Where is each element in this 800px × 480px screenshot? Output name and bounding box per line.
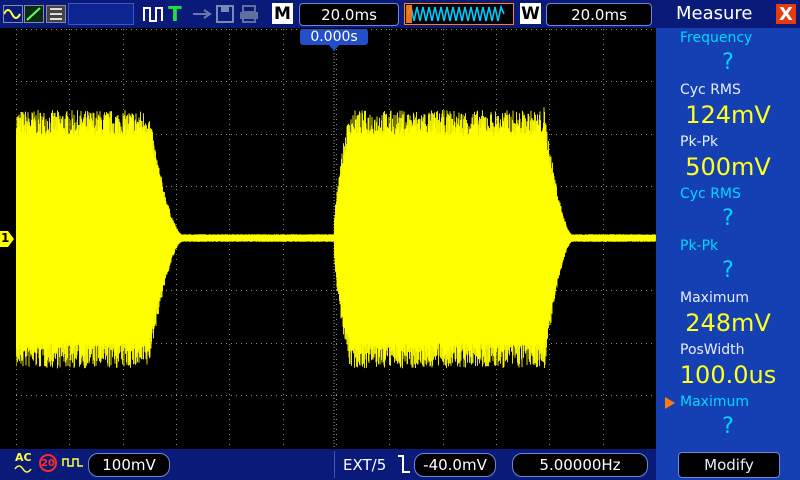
measure-value-8: ? (722, 414, 734, 439)
bottom-status-bar: AC 20 100mV EXT/5 -40.0mV 5.00000Hz (0, 449, 656, 480)
window-timebase-value[interactable]: 20.0ms (546, 3, 652, 26)
measure-panel-header: Measure X (656, 0, 800, 28)
trigger-source[interactable]: EXT/5 (343, 456, 386, 474)
blank-status-box (68, 3, 134, 25)
falling-edge-icon (398, 455, 410, 473)
waveform-display[interactable] (16, 29, 656, 447)
trigger-pulse-icon (142, 3, 166, 25)
trigger-status-letter: T (168, 2, 182, 26)
invert-icon (62, 458, 83, 467)
save-icon[interactable] (215, 3, 235, 25)
measure-label-7[interactable]: PosWidth (680, 342, 744, 358)
display-vector-icon[interactable] (24, 3, 44, 25)
measure-value-1: ? (722, 50, 734, 75)
ac-wave-icon (14, 465, 32, 473)
selected-item-arrow-icon (665, 397, 675, 409)
measure-label-1[interactable]: Frequency (680, 30, 752, 46)
channel1-marker-label: 1 (1, 231, 10, 245)
measure-value-7: 100.0us (679, 361, 777, 389)
measure-panel: Measure X Frequency ? Cyc RMS 124mV Pk-P… (656, 0, 800, 480)
measure-value-6: 248mV (685, 309, 771, 337)
measure-label-8[interactable]: Maximum (680, 394, 749, 410)
main-timebase-value[interactable]: 20.0ms (299, 3, 399, 26)
measure-label-6[interactable]: Maximum (680, 290, 749, 306)
persistence-icon[interactable] (46, 3, 66, 25)
bandwidth-limit-label: 20 (41, 457, 55, 469)
measure-value-4: ? (722, 206, 734, 231)
trigger-level[interactable]: -40.0mV (414, 453, 496, 477)
measure-value-2: 124mV (685, 101, 771, 129)
coupling-ac-icon: AC (15, 451, 32, 464)
measure-label-2[interactable]: Cyc RMS (680, 82, 741, 98)
close-button[interactable]: X (776, 4, 796, 25)
window-timebase-badge: W (520, 3, 541, 24)
channel1-waveform (16, 107, 656, 369)
measure-value-5: ? (722, 258, 734, 283)
top-status-bar: T M 20.0ms W 20.0ms (0, 0, 656, 28)
bandwidth-limit-icon[interactable]: 20 (39, 454, 57, 472)
channel1-ground-marker[interactable]: 1 (0, 231, 14, 247)
measure-label-4[interactable]: Cyc RMS (680, 186, 741, 202)
waveform-overview-icon[interactable] (404, 3, 514, 25)
measure-panel-title: Measure (676, 3, 753, 24)
main-timebase-badge: M (272, 3, 293, 24)
measure-value-3: 500mV (685, 153, 771, 181)
measure-label-3[interactable]: Pk-Pk (680, 134, 718, 150)
usb-icon (192, 3, 214, 25)
modify-button[interactable]: Modify (678, 452, 780, 478)
channel1-scale[interactable]: 100mV (88, 453, 170, 477)
bottom-divider (334, 451, 335, 478)
printer-icon[interactable] (238, 3, 260, 25)
measure-label-5[interactable]: Pk-Pk (680, 238, 718, 254)
trigger-frequency: 5.00000Hz (512, 453, 648, 477)
trigger-position-readout[interactable]: 0.000s (300, 29, 368, 45)
acquire-mode-icon[interactable] (3, 3, 23, 25)
trigger-position-marker (328, 44, 340, 51)
